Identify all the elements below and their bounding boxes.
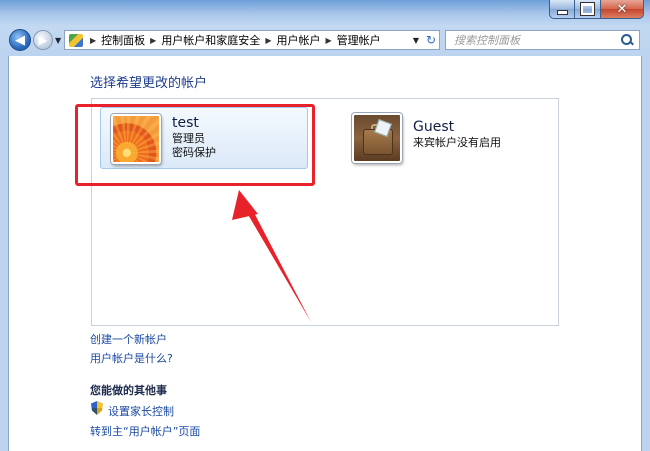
page-title: 选择希望更改的帐户 bbox=[90, 76, 208, 91]
goto-user-accounts-link[interactable]: 转到主“用户帐户”页面 bbox=[90, 423, 200, 439]
account-status: 密码保护 bbox=[172, 146, 216, 159]
search-box[interactable] bbox=[445, 30, 640, 50]
close-icon: ✕ bbox=[616, 1, 628, 17]
breadcrumb-user-accounts-family-safety[interactable]: 用户帐户和家庭安全 bbox=[161, 32, 260, 48]
control-panel-icon bbox=[69, 33, 83, 47]
refresh-icon: ↻ bbox=[425, 33, 436, 47]
account-tile-guest[interactable]: Guest 来宾帐户没有启用 bbox=[342, 107, 552, 169]
address-bar[interactable]: ▶ 控制面板 ▶ 用户帐户和家庭安全 ▶ 用户帐户 ▶ 管理帐户 ▼ ↻ bbox=[64, 30, 440, 50]
forward-button[interactable]: ▶ bbox=[33, 30, 53, 50]
search-icon[interactable] bbox=[620, 33, 634, 47]
arrow-left-icon: ◀ bbox=[15, 32, 25, 48]
breadcrumb-separator-icon[interactable]: ▶ bbox=[325, 36, 331, 45]
other-things-heading: 您能做的其他事 bbox=[90, 384, 167, 397]
maximize-icon bbox=[581, 3, 594, 15]
breadcrumb-separator-icon[interactable]: ▶ bbox=[90, 36, 96, 45]
maximize-button[interactable] bbox=[575, 0, 601, 19]
breadcrumb-control-panel[interactable]: 控制面板 bbox=[101, 32, 145, 48]
content-area: 选择希望更改的帐户 test 管理员 密码保护 Guest 来宾帐户没有启用 创… bbox=[8, 56, 642, 451]
window-frame: ✕ ◀ ▶ ▼ ▶ 控制面板 ▶ 用户帐户和家庭安全 ▶ 用户帐户 ▶ 管理帐户… bbox=[0, 0, 650, 451]
close-button[interactable]: ✕ bbox=[601, 0, 644, 19]
create-account-link[interactable]: 创建一个新帐户 bbox=[90, 331, 167, 347]
parental-controls-link[interactable]: 设置家长控制 bbox=[108, 403, 174, 419]
breadcrumb-user-accounts[interactable]: 用户帐户 bbox=[276, 32, 320, 48]
account-tile-test[interactable]: test 管理员 密码保护 bbox=[100, 107, 308, 169]
recent-pages-button[interactable]: ▼ bbox=[55, 36, 61, 45]
refresh-button[interactable]: ↻ bbox=[426, 33, 436, 47]
account-name: Guest bbox=[413, 119, 455, 135]
account-info: Guest 来宾帐户没有启用 bbox=[413, 114, 501, 150]
account-role: 管理员 bbox=[172, 132, 205, 145]
accounts-panel: test 管理员 密码保护 Guest 来宾帐户没有启用 bbox=[91, 98, 559, 326]
arrow-right-icon: ▶ bbox=[38, 33, 48, 47]
what-is-account-link[interactable]: 用户帐户是什么? bbox=[90, 350, 173, 366]
uac-shield-icon bbox=[91, 401, 103, 415]
account-info: test 管理员 密码保护 bbox=[172, 115, 216, 160]
minimize-icon bbox=[556, 9, 568, 15]
breadcrumb-separator-icon[interactable]: ▶ bbox=[150, 36, 156, 45]
back-button[interactable]: ◀ bbox=[9, 29, 31, 51]
caption-buttons: ✕ bbox=[549, 0, 644, 20]
breadcrumb-manage-accounts[interactable]: 管理帐户 bbox=[337, 32, 381, 48]
address-dropdown-button[interactable]: ▼ bbox=[413, 36, 419, 45]
chevron-down-icon: ▼ bbox=[55, 36, 62, 45]
chevron-down-icon: ▼ bbox=[412, 36, 419, 45]
account-name: test bbox=[172, 115, 199, 131]
search-input[interactable] bbox=[452, 32, 621, 48]
account-status: 来宾帐户没有启用 bbox=[413, 136, 501, 149]
minimize-button[interactable] bbox=[549, 0, 575, 19]
breadcrumb-separator-icon[interactable]: ▶ bbox=[265, 36, 271, 45]
flower-avatar-icon bbox=[111, 114, 161, 164]
guest-briefcase-avatar-icon bbox=[352, 113, 402, 163]
